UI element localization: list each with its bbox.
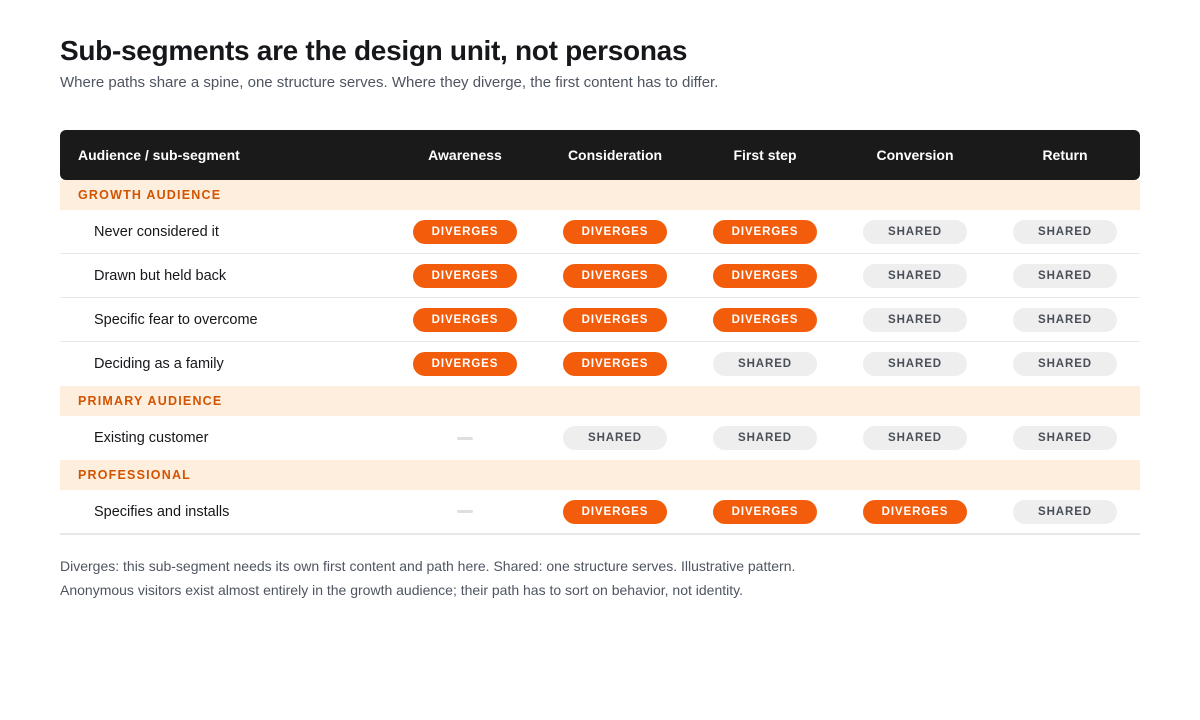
stage-cell xyxy=(390,436,540,440)
stage-cell: SHARED xyxy=(690,426,840,450)
shared-badge: SHARED xyxy=(713,426,817,450)
stage-cell: DIVERGES xyxy=(540,219,690,244)
table-header: Audience / sub-segment Awareness Conside… xyxy=(60,130,1140,180)
diverges-badge: DIVERGES xyxy=(563,263,667,288)
table-row: Drawn but held back DIVERGES DIVERGES DIVER… xyxy=(60,254,1140,298)
stage-cell: SHARED xyxy=(840,307,990,332)
stage-cell: SHARED xyxy=(840,352,990,376)
shared-badge: SHARED xyxy=(863,307,967,332)
table-row: Never considered it DIVERGES DIVERGES DIVER… xyxy=(60,210,1140,254)
stage-cell: DIVERGES xyxy=(540,499,690,524)
stage-cell: DIVERGES xyxy=(390,352,540,376)
header-label: Audience / sub-segment xyxy=(78,147,240,163)
stage-cell: DIVERGES xyxy=(540,263,690,288)
table-body: GROWTH AUDIENCE Never considered it DIVERG… xyxy=(60,180,1140,534)
row-label: Specifies and installs xyxy=(94,503,230,520)
shared-badge: SHARED xyxy=(863,352,967,376)
header-stage-awareness: Awareness xyxy=(428,147,502,163)
header-stage-conversion: Conversion xyxy=(876,147,954,163)
row-label: Never considered it xyxy=(94,223,219,240)
diverges-badge: DIVERGES xyxy=(713,219,817,244)
diverges-badge: DIVERGES xyxy=(713,499,817,524)
stage-cell: DIVERGES xyxy=(390,263,540,288)
diverges-badge: DIVERGES xyxy=(413,263,517,288)
row-label: Drawn but held back xyxy=(94,267,227,284)
shared-badge: SHARED xyxy=(1013,499,1117,524)
row-label: Deciding as a family xyxy=(94,356,224,372)
group-header: PRIMARY AUDIENCE xyxy=(60,386,1140,416)
shared-badge: SHARED xyxy=(1013,352,1117,376)
diverges-badge: DIVERGES xyxy=(563,307,667,332)
diverges-badge: DIVERGES xyxy=(413,307,517,332)
table-row: Existing customer SHARED SHARED SHARED SHARE… xyxy=(60,416,1140,460)
diverges-badge: DIVERGES xyxy=(713,263,817,288)
footnote-anonymous: Anonymous visitors exist almost entirely… xyxy=(60,582,743,598)
stage-cell: SHARED xyxy=(990,499,1140,524)
not-applicable-dash xyxy=(457,436,473,440)
stage-cell: DIVERGES xyxy=(690,307,840,332)
diverges-badge: DIVERGES xyxy=(413,219,517,244)
stage-cell: SHARED xyxy=(840,263,990,288)
stage-cell: SHARED xyxy=(990,352,1140,376)
shared-badge: SHARED xyxy=(863,263,967,288)
table-row: Specifies and installs DIVERGES DIVERGES DI… xyxy=(60,490,1140,534)
stage-cell: DIVERGES xyxy=(690,263,840,288)
footnotes: Diverges: this sub-segment needs its own… xyxy=(60,554,1140,602)
diverges-badge: DIVERGES xyxy=(563,352,667,376)
stage-cell: SHARED xyxy=(990,263,1140,288)
stage-cell: DIVERGES xyxy=(840,499,990,524)
page-title: Sub-segments are the design unit, not pe… xyxy=(60,35,688,66)
row-label: Specific fear to overcome xyxy=(94,311,258,328)
stage-cell: DIVERGES xyxy=(390,219,540,244)
shared-badge: SHARED xyxy=(713,352,817,376)
group-header: GROWTH AUDIENCE xyxy=(60,180,1140,210)
diverges-badge: DIVERGES xyxy=(563,499,667,524)
shared-badge: SHARED xyxy=(1013,426,1117,450)
stage-cell: SHARED xyxy=(840,219,990,244)
footnote-legend: Diverges: this sub-segment needs its own… xyxy=(60,558,796,574)
shared-badge: SHARED xyxy=(1013,219,1117,244)
group-header: PROFESSIONAL xyxy=(60,460,1140,490)
stage-cell: SHARED xyxy=(990,219,1140,244)
audience-path-table: Audience / sub-segment Awareness Conside… xyxy=(60,130,1140,535)
stage-cell: DIVERGES xyxy=(390,307,540,332)
shared-badge: SHARED xyxy=(1013,263,1117,288)
stage-cell: SHARED xyxy=(690,352,840,376)
diverges-badge: DIVERGES xyxy=(413,352,517,376)
stage-cell: DIVERGES xyxy=(690,499,840,524)
not-applicable-dash xyxy=(457,510,473,513)
header-stage-return: Return xyxy=(1042,147,1088,163)
table-row: Deciding as a family DIVERGES DIVERGES SHAR… xyxy=(60,342,1140,386)
diverges-badge: DIVERGES xyxy=(713,307,817,332)
shared-badge: SHARED xyxy=(863,219,967,244)
shared-badge: SHARED xyxy=(563,426,667,450)
shared-badge: SHARED xyxy=(1013,307,1117,332)
stage-cell: SHARED xyxy=(840,426,990,450)
stage-cell: DIVERGES xyxy=(540,352,690,376)
diverges-badge: DIVERGES xyxy=(863,499,967,524)
header-stage-first-step: First step xyxy=(733,147,797,163)
stage-cell xyxy=(390,510,540,513)
page: Sub-segments are the design unit, not pe… xyxy=(60,34,1140,598)
stage-cell: DIVERGES xyxy=(540,307,690,332)
row-label: Existing customer xyxy=(94,430,209,446)
stage-cell: SHARED xyxy=(540,426,690,450)
table-bottom-rule xyxy=(60,534,1140,535)
page-subtitle: Where paths share a spine, one structure… xyxy=(60,74,719,91)
shared-badge: SHARED xyxy=(863,426,967,450)
diverges-badge: DIVERGES xyxy=(563,219,667,244)
header-stage-consideration: Consideration xyxy=(567,147,663,163)
stage-cell: SHARED xyxy=(990,426,1140,450)
stage-cell: DIVERGES xyxy=(690,219,840,244)
stage-cell: SHARED xyxy=(990,307,1140,332)
table-row: Specific fear to overcome DIVERGES DIVERGE… xyxy=(60,298,1140,342)
